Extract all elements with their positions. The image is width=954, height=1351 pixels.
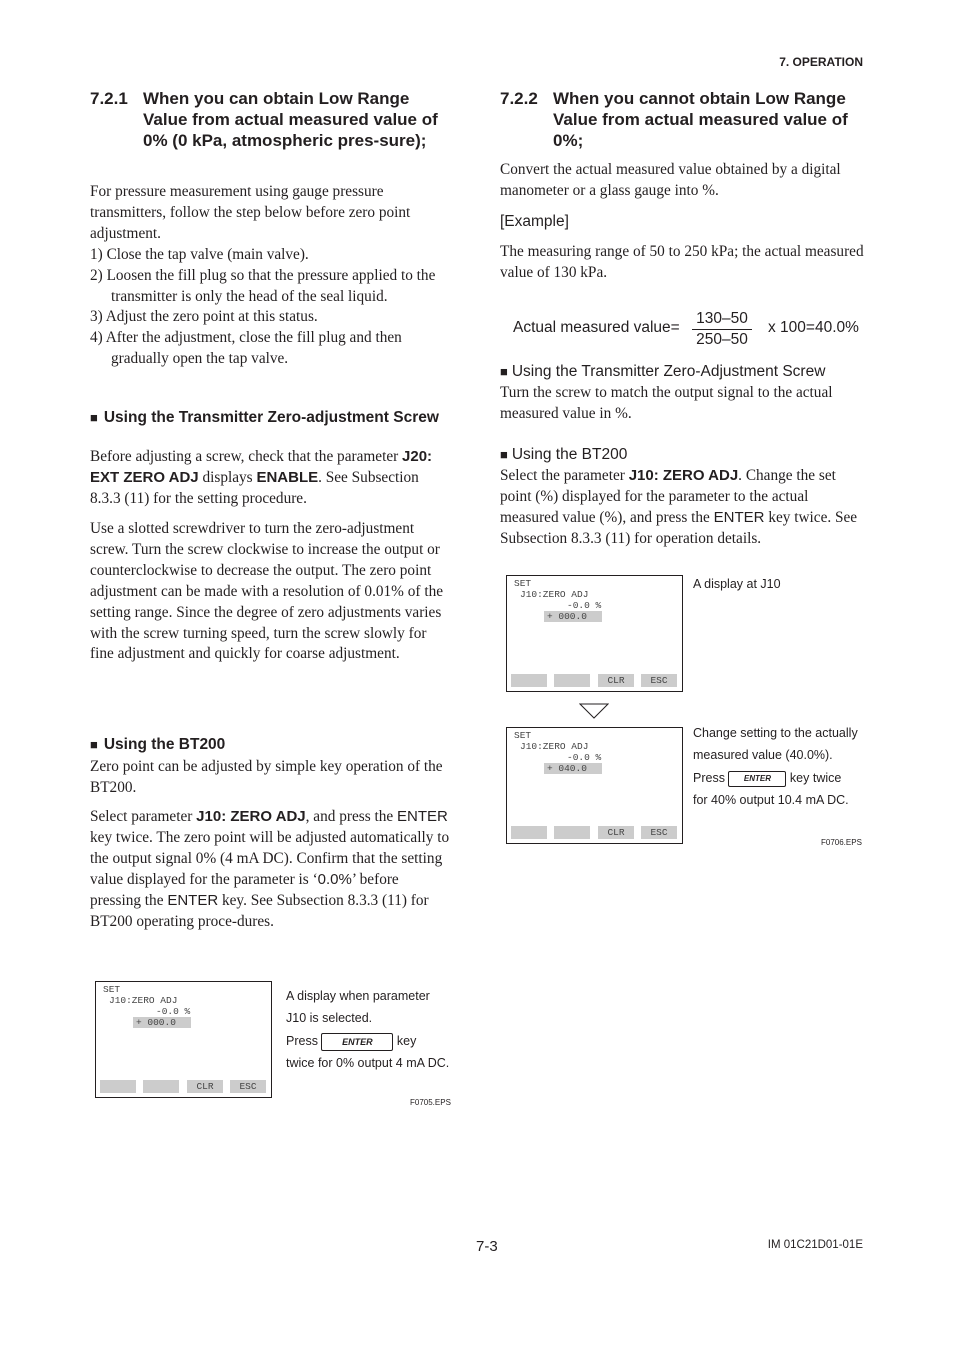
subheading-screw-right: ■ Using the Transmitter Zero-Adjustment S… (500, 362, 825, 382)
enter-key-icon: ENTER (728, 770, 787, 787)
heading-text: When you can obtain Low Range Value from… (143, 89, 438, 150)
caption-text: key (396, 1033, 417, 1048)
intro-paragraph: For pressure measurement using gauge pre… (90, 183, 411, 242)
key-name: ENTER (713, 508, 765, 526)
figure-id: F0706.EPS (821, 838, 862, 847)
param-name: J10: ZERO ADJ (196, 808, 306, 825)
caption-line: for 40% output 10.4 mA DC. (693, 793, 849, 808)
key-name: ENTER (397, 808, 448, 825)
heading-7-2-2: 7.2.2 When you cannot obtain Low Range V… (500, 88, 865, 151)
figure-caption: A display at J10 (693, 577, 781, 591)
text: , and press the (305, 808, 397, 825)
figure-caption-f0706: Change setting to the actually measured … (693, 722, 858, 812)
lcd-line: J10:ZERO ADJ (109, 995, 178, 1006)
example-label: [Example] (500, 213, 569, 230)
lcd-softkey (554, 674, 590, 687)
lcd-softkey (511, 826, 547, 839)
screw-paragraph-2: Use a slotted screwdriver to turn the ze… (90, 520, 444, 663)
caption-text: Press (286, 1033, 318, 1048)
param-name: J10: ZERO ADJ (628, 467, 739, 484)
value: 0.0% (317, 870, 352, 888)
key-name: ENTER (167, 891, 219, 909)
lcd-softkey-esc: ESC (230, 1080, 266, 1093)
lcd-line: -0.0 % (567, 600, 602, 611)
lcd-softkey (143, 1080, 179, 1093)
heading-number: 7.2.2 (500, 89, 538, 108)
square-bullet-icon: ■ (90, 737, 98, 752)
lcd-line: J10:ZERO ADJ (520, 589, 589, 600)
caption-text: Press (693, 770, 725, 785)
param-value: ENABLE (256, 468, 319, 486)
text: Before adjusting a screw, check that the… (90, 448, 403, 465)
lcd-softkey-clr: CLR (598, 826, 634, 839)
text: displays (198, 468, 257, 486)
screw-paragraph-1: Before adjusting a screw, check that the… (90, 447, 450, 510)
lcd-value: + 000.0 (544, 611, 602, 622)
bt200-paragraph-right: Select the parameter J10: ZERO ADJ. Chan… (500, 466, 864, 550)
caption-line: J10 is selected. (286, 1011, 373, 1026)
figure-caption-f0705: A display when parameter J10 is selected… (286, 985, 449, 1075)
subheading-screw: ■ Using the Transmitter Zero-adjustment S… (90, 409, 454, 426)
text: Select the parameter (500, 467, 629, 484)
square-bullet-icon: ■ (90, 410, 98, 425)
subheading-text: Using the BT200 (103, 736, 226, 753)
step-item: 2) Loosen the fill plug so that the pres… (90, 266, 436, 305)
intro-block: For pressure measurement using gauge pre… (90, 182, 450, 370)
caption-line: measured value (40.0%). (693, 748, 833, 763)
subheading-text: Using the BT200 (511, 446, 628, 463)
subheading-bt200-right: ■ Using the BT200 (500, 445, 627, 465)
lcd-softkey-clr: CLR (187, 1080, 223, 1093)
down-arrow-icon (579, 703, 609, 719)
lcd-line: -0.0 % (156, 1006, 191, 1017)
formula-denominator: 250–50 (696, 331, 748, 348)
manual-page: 7. OPERATION 7.2.1 When you can obtain L… (0, 0, 954, 1351)
step-item: 3) Adjust the zero point at this status. (90, 308, 318, 326)
lcd-value: + 040.0 (544, 763, 602, 774)
caption-text: key twice (789, 770, 842, 785)
paragraph: The measuring range of 50 to 250 kPa; th… (500, 243, 864, 281)
lcd-softkey (554, 826, 590, 839)
formula-label: Actual measured value= (513, 319, 680, 336)
figure-id: F0705.EPS (410, 1098, 451, 1107)
lcd-line: SET (514, 578, 532, 589)
enter-key-icon: ENTER (321, 1032, 394, 1051)
heading-7-2-1: 7.2.1 When you can obtain Low Range Valu… (90, 88, 450, 151)
subheading-bt200: ■ Using the BT200 (90, 736, 225, 753)
lcd-line: -0.0 % (567, 752, 602, 763)
bt200-lcd-display: SET J10:ZERO ADJ -0.0 % + 000.0 CLR ESC (95, 981, 272, 1098)
bt200-paragraph-2: Select parameter J10: ZERO ADJ, and pres… (90, 807, 450, 932)
text: Select parameter (90, 808, 197, 825)
caption-line: Change setting to the actually (693, 726, 858, 740)
document-id: IM 01C21D01-01E (767, 1239, 863, 1251)
caption-line: A display when parameter (286, 989, 430, 1003)
lcd-softkey-esc: ESC (641, 826, 677, 839)
heading-text: When you cannot obtain Low Range Value f… (553, 89, 848, 150)
lcd-softkey-esc: ESC (641, 674, 677, 687)
step-item: 4) After the adjustment, close the fill … (90, 329, 402, 368)
lcd-line: SET (103, 984, 121, 995)
subheading-text: Using the Transmitter Zero-adjustment Sc… (103, 409, 439, 426)
paragraph: Convert the actual measured value obtain… (500, 161, 841, 199)
bt200-paragraph-1: Zero point can be adjusted by simple key… (90, 758, 443, 796)
page-number: 7-3 (476, 1238, 498, 1255)
subheading-text: Using the Transmitter Zero-Adjustment Sc… (511, 363, 826, 380)
square-bullet-icon: ■ (500, 447, 508, 462)
formula-result: x 100=40.0% (768, 319, 859, 336)
lcd-softkey (511, 674, 547, 687)
heading-number: 7.2.1 (90, 89, 128, 108)
lcd-line: J10:ZERO ADJ (520, 741, 589, 752)
section-header: 7. OPERATION (779, 55, 863, 69)
lcd-line: SET (514, 730, 532, 741)
caption-line: twice for 0% output 4 mA DC. (286, 1056, 450, 1071)
square-bullet-icon: ■ (500, 364, 508, 379)
bt200-lcd-display-before: SET J10:ZERO ADJ -0.0 % + 000.0 CLR ESC (506, 575, 683, 692)
step-item: 1) Close the tap valve (main valve). (90, 245, 309, 263)
lcd-softkey (100, 1080, 136, 1093)
lcd-softkey-clr: CLR (598, 674, 634, 687)
lcd-value: + 000.0 (133, 1017, 191, 1028)
paragraph: Turn the screw to match the output signa… (500, 384, 833, 422)
bt200-lcd-display-after: SET J10:ZERO ADJ -0.0 % + 040.0 CLR ESC (506, 727, 683, 844)
formula-numerator: 130–50 (692, 309, 752, 330)
